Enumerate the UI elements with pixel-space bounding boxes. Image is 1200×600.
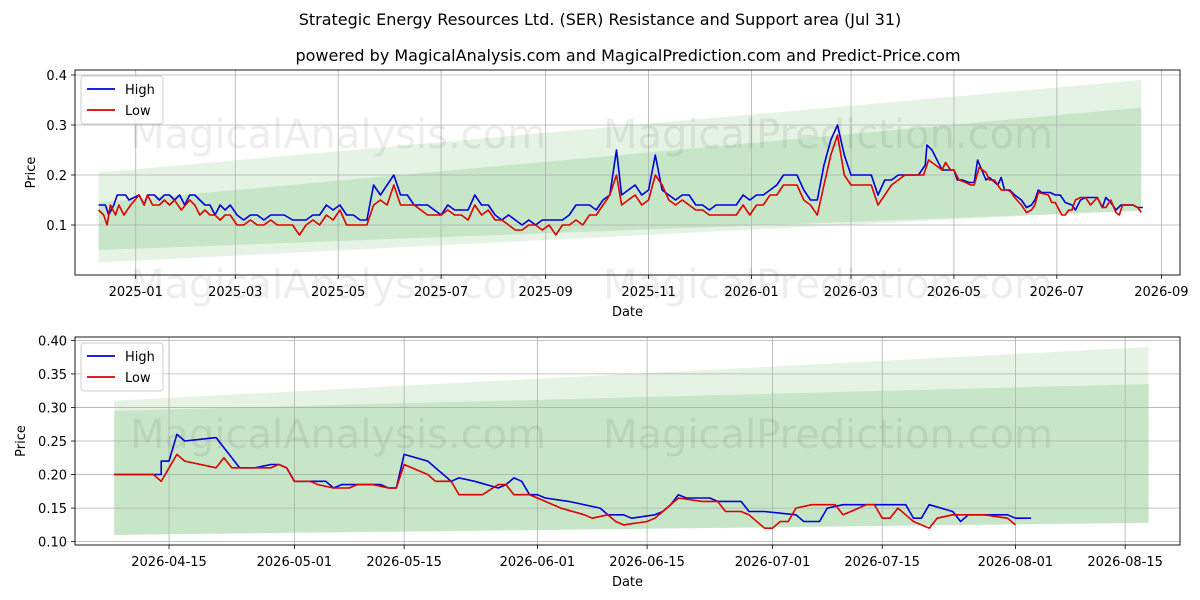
- y-tick-label: 0.4: [46, 69, 67, 84]
- x-tick-label: 2026-05-01: [257, 555, 333, 570]
- y-tick-label: 0.10: [38, 536, 67, 551]
- watermark-text: MagicalPrediction.com: [603, 412, 1053, 458]
- legend-label-low: Low: [125, 371, 151, 386]
- top-panel: 0.10.20.30.42025-01 2025-03 2025-05 2025-07…: [24, 69, 1189, 320]
- x-tick-label: 2026-06-15: [609, 555, 685, 570]
- y-axis-label: Price: [14, 425, 29, 457]
- x-tick-label: 2026-07-01: [735, 555, 811, 570]
- x-axis-label: Date: [612, 305, 643, 320]
- y-tick-label: 0.1: [46, 219, 67, 234]
- x-tick-label: 2026-07-15: [844, 555, 920, 570]
- x-tick-label: 2026-08-01: [978, 555, 1054, 570]
- y-tick-label: 0.35: [38, 368, 67, 383]
- y-tick-label: 0.30: [38, 401, 67, 416]
- watermark-text: MagicalAnalysis.com: [130, 412, 546, 458]
- watermark-text: MagicalAnalysis.com: [130, 112, 546, 158]
- y-tick-label: 0.3: [46, 119, 67, 134]
- legend-label-high: High: [125, 83, 155, 98]
- y-tick-label: 0.20: [38, 469, 67, 484]
- chart-title: Strategic Energy Resources Ltd. (SER) Re…: [299, 10, 902, 29]
- y-tick-label: 0.2: [46, 169, 67, 184]
- legend-label-high: High: [125, 350, 155, 365]
- watermark-text: MagicalAnalysis.com: [130, 262, 546, 308]
- y-tick-label: 0.25: [38, 435, 67, 450]
- y-axis-label: Price: [24, 157, 39, 189]
- x-tick-label: 2026-09: [1134, 285, 1188, 300]
- y-tick-label: 0.15: [38, 502, 67, 517]
- x-axis-label: Date: [612, 575, 643, 590]
- y-tick-label: 0.40: [38, 334, 67, 349]
- bottom-panel: 0.10 0.15 0.20 0.25 0.30 0.35 0.40 2026-04-15 20…: [14, 334, 1181, 590]
- x-tick-label: 2026-05-15: [366, 555, 442, 570]
- x-tick-label: 2026-08-15: [1087, 555, 1163, 570]
- watermark-text: MagicalPrediction.com: [603, 262, 1053, 308]
- figure: Strategic Energy Resources Ltd. (SER) Re…: [14, 10, 1189, 590]
- x-tick-label: 2026-06-01: [500, 555, 576, 570]
- chart-subtitle: powered by MagicalAnalysis.com and Magic…: [295, 46, 960, 65]
- x-tick-label: 2026-04-15: [131, 555, 207, 570]
- legend-label-low: Low: [125, 104, 151, 119]
